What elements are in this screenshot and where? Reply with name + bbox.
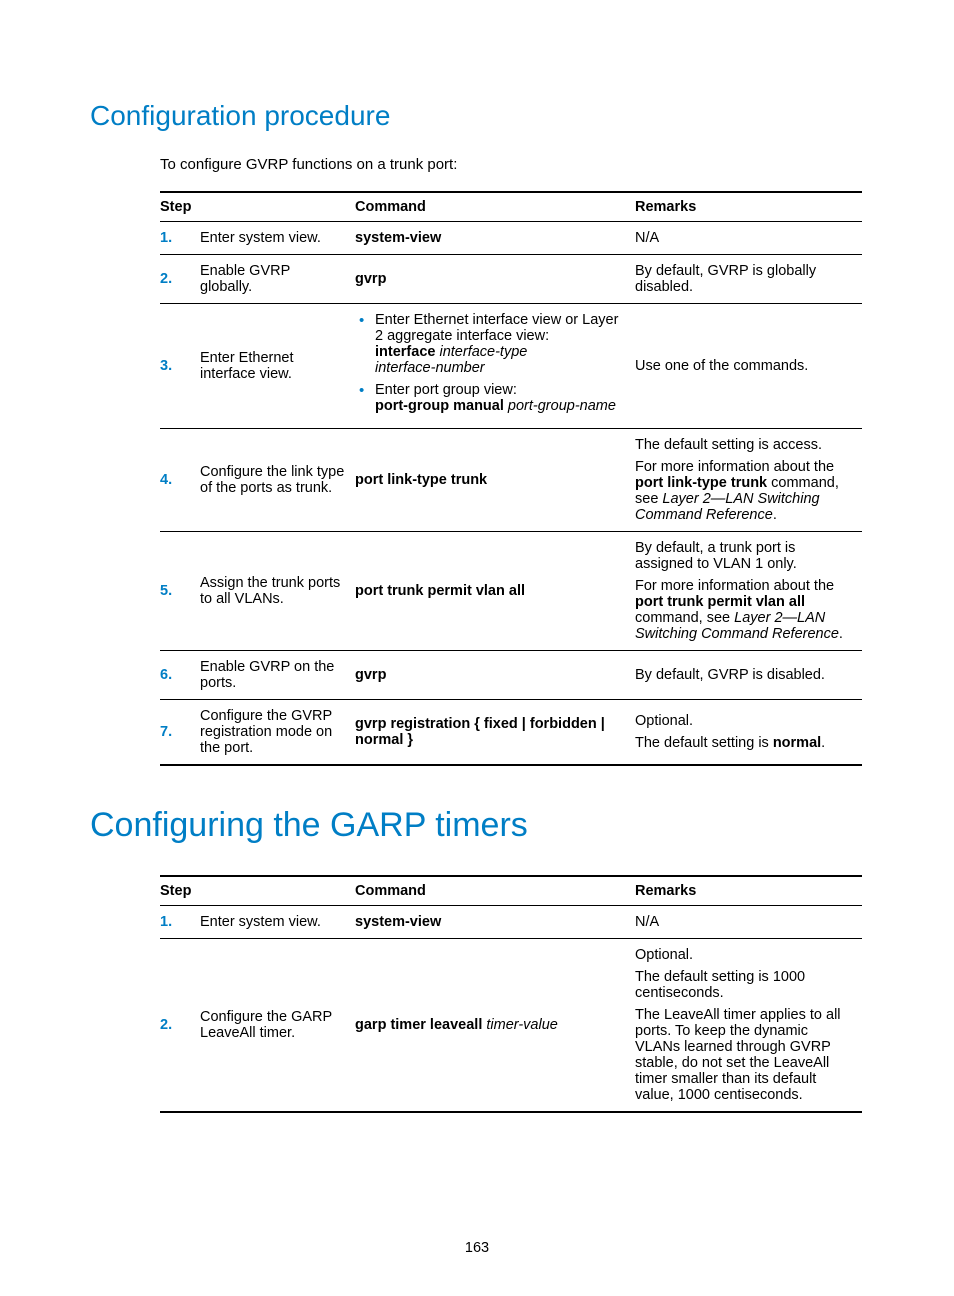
page: Configuration procedure To configure GVR… xyxy=(0,0,954,1296)
remark-line: The default setting is 1000 centiseconds… xyxy=(635,969,852,1001)
command-text: system-view xyxy=(355,906,635,939)
subheading-config-procedure: Configuration procedure xyxy=(90,100,864,132)
step-text: Enable GVRP globally. xyxy=(200,255,355,304)
step-number: 7. xyxy=(160,700,200,766)
remarks-text: Use one of the commands. xyxy=(635,304,862,429)
command-text: system-view xyxy=(355,222,635,255)
table-header-row: Step Command Remarks xyxy=(160,192,862,222)
heading-garp-timers: Configuring the GARP timers xyxy=(90,806,864,845)
step-text: Enter Ethernet interface view. xyxy=(200,304,355,429)
page-number: 163 xyxy=(0,1240,954,1256)
bullet-text: Enter Ethernet interface view or Layer 2… xyxy=(375,312,618,344)
txt: The default setting is xyxy=(635,735,773,751)
cmd-bold: garp timer leaveall xyxy=(355,1017,486,1033)
cmd-bold: interface xyxy=(375,344,439,360)
txt-italic: Layer 2—LAN Switching Command Reference xyxy=(635,491,820,523)
command-text: gvrp xyxy=(355,255,635,304)
table-row: 1. Enter system view. system-view N/A xyxy=(160,222,862,255)
procedure-table-2: Step Command Remarks 1. Enter system vie… xyxy=(160,875,862,1113)
cmd-italic: interface-type xyxy=(439,344,527,360)
command-text: Enter Ethernet interface view or Layer 2… xyxy=(355,304,635,429)
command-text: port trunk permit vlan all xyxy=(355,532,635,651)
th-remarks: Remarks xyxy=(635,876,862,906)
step-number: 5. xyxy=(160,532,200,651)
remarks-text: N/A xyxy=(635,906,862,939)
table-row: 7. Configure the GVRP registration mode … xyxy=(160,700,862,766)
step-number: 1. xyxy=(160,906,200,939)
th-command: Command xyxy=(355,192,635,222)
txt: . xyxy=(821,735,825,751)
step-number: 2. xyxy=(160,255,200,304)
remark-line: By default, a trunk port is assigned to … xyxy=(635,540,852,572)
remarks-text: Optional. The default setting is normal. xyxy=(635,700,862,766)
table-header-row: Step Command Remarks xyxy=(160,876,862,906)
table-row: 6. Enable GVRP on the ports. gvrp By def… xyxy=(160,651,862,700)
table-row: 2. Enable GVRP globally. gvrp By default… xyxy=(160,255,862,304)
command-text: gvrp registration { fixed | forbidden | … xyxy=(355,700,635,766)
step-number: 6. xyxy=(160,651,200,700)
txt-bold: normal xyxy=(773,735,821,751)
txt: command, see xyxy=(635,610,734,626)
remarks-text: N/A xyxy=(635,222,862,255)
remark-line: For more information about the port trun… xyxy=(635,578,852,642)
table-row: 3. Enter Ethernet interface view. Enter … xyxy=(160,304,862,429)
remark-line: For more information about the port link… xyxy=(635,459,852,523)
table-row: 4. Configure the link type of the ports … xyxy=(160,429,862,532)
step-number: 4. xyxy=(160,429,200,532)
cmd-italic: timer-value xyxy=(486,1017,557,1033)
cmd-italic: port-group-name xyxy=(508,398,616,414)
step-number: 3. xyxy=(160,304,200,429)
step-text: Configure the GVRP registration mode on … xyxy=(200,700,355,766)
step-text: Configure the link type of the ports as … xyxy=(200,429,355,532)
remark-line: Optional. xyxy=(635,713,852,729)
remark-line: The LeaveAll timer applies to all ports.… xyxy=(635,1007,852,1103)
command-text: garp timer leaveall timer-value xyxy=(355,939,635,1113)
procedure-table-1: Step Command Remarks 1. Enter system vie… xyxy=(160,191,862,766)
command-text: port link-type trunk xyxy=(355,429,635,532)
step-text: Configure the GARP LeaveAll timer. xyxy=(200,939,355,1113)
command-text: gvrp xyxy=(355,651,635,700)
th-command: Command xyxy=(355,876,635,906)
txt: For more information about the xyxy=(635,578,834,594)
th-remarks: Remarks xyxy=(635,192,862,222)
table-row: 5. Assign the trunk ports to all VLANs. … xyxy=(160,532,862,651)
step-text: Enter system view. xyxy=(200,906,355,939)
th-step: Step xyxy=(160,192,355,222)
step-text: Enable GVRP on the ports. xyxy=(200,651,355,700)
txt: . xyxy=(839,626,843,642)
txt-bold: port trunk permit vlan all xyxy=(635,594,805,610)
bullet-text: Enter port group view: xyxy=(375,382,517,398)
remark-line: The default setting is normal. xyxy=(635,735,852,751)
intro-text: To configure GVRP functions on a trunk p… xyxy=(160,156,864,173)
bullet-item: Enter port group view: port-group manual… xyxy=(355,382,625,414)
step-number: 1. xyxy=(160,222,200,255)
remarks-text: The default setting is access. For more … xyxy=(635,429,862,532)
remark-line: Optional. xyxy=(635,947,852,963)
step-text: Assign the trunk ports to all VLANs. xyxy=(200,532,355,651)
table-row: 1. Enter system view. system-view N/A xyxy=(160,906,862,939)
step-text: Enter system view. xyxy=(200,222,355,255)
txt: . xyxy=(773,507,777,523)
remarks-text: By default, GVRP is globally disabled. xyxy=(635,255,862,304)
cmd-italic: interface-number xyxy=(375,360,485,376)
remarks-text: Optional. The default setting is 1000 ce… xyxy=(635,939,862,1113)
step-number: 2. xyxy=(160,939,200,1113)
remark-line: The default setting is access. xyxy=(635,437,852,453)
cmd-bold: port-group manual xyxy=(375,398,508,414)
remarks-text: By default, a trunk port is assigned to … xyxy=(635,532,862,651)
remarks-text: By default, GVRP is disabled. xyxy=(635,651,862,700)
bullet-item: Enter Ethernet interface view or Layer 2… xyxy=(355,312,625,376)
table-row: 2. Configure the GARP LeaveAll timer. ga… xyxy=(160,939,862,1113)
txt: For more information about the xyxy=(635,459,834,475)
txt-bold: port link-type trunk xyxy=(635,475,767,491)
th-step: Step xyxy=(160,876,355,906)
